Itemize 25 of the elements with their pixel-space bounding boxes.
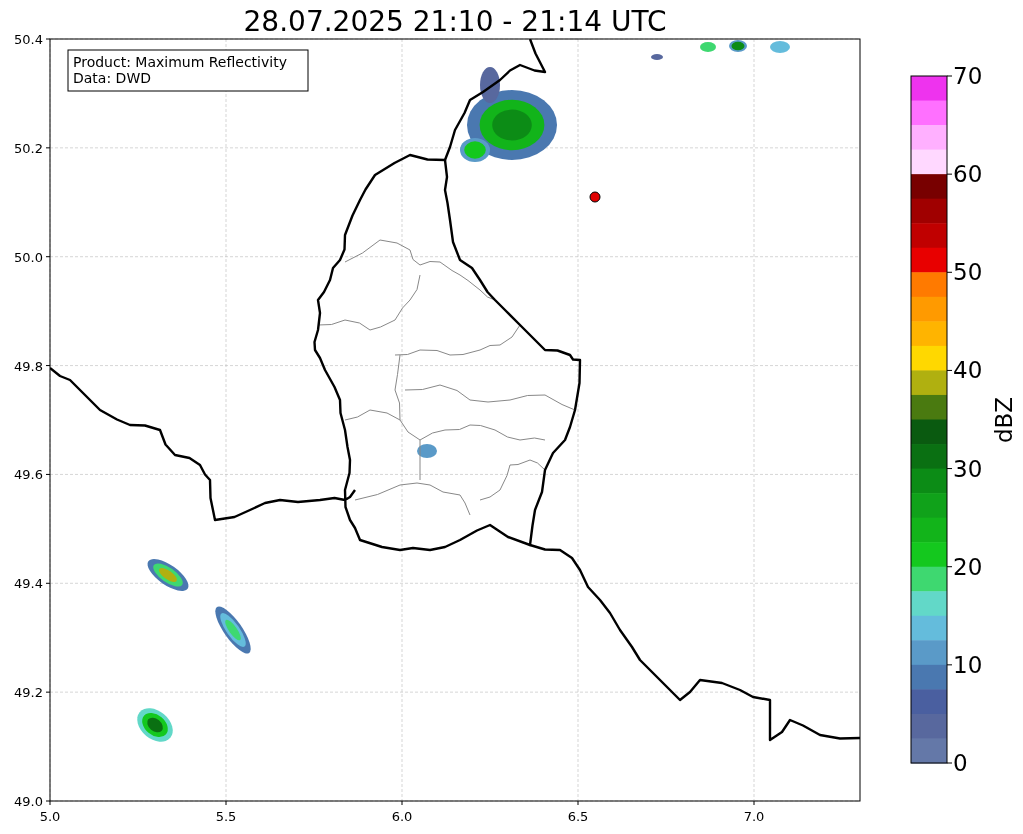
colorbar-tick-label: 30 <box>953 455 983 482</box>
axis-tick-label: 7.0 <box>743 809 765 824</box>
axis-tick-label: 5.5 <box>215 809 237 824</box>
colorbar-tick-label: 40 <box>953 357 983 384</box>
axis-tick-label: 49.2 <box>14 685 43 701</box>
colorbar-tick-label: 70 <box>953 63 983 89</box>
axis-tick-label: 50.4 <box>14 32 43 47</box>
info-text: Data: DWD <box>73 70 151 86</box>
colorbar-tick-label: 60 <box>953 161 983 188</box>
axis-tick-label: 6.0 <box>391 809 413 824</box>
axis-tick-label: 49.8 <box>14 358 43 374</box>
axis-tick-label: 6.5 <box>567 809 589 824</box>
axis-tick-label: 49.0 <box>14 794 43 809</box>
axis-tick-label: 49.6 <box>14 467 43 483</box>
axis-tick-label: 50.0 <box>14 249 43 265</box>
chart-title: 28.07.2025 21:10 - 21:14 UTC <box>243 5 667 38</box>
colorbar-tick-label: 20 <box>953 553 983 580</box>
axis-tick-label: 50.2 <box>14 140 43 156</box>
axis-tick-label: 49.4 <box>14 576 43 592</box>
colorbar-label: dBZ <box>991 396 1017 444</box>
colorbar-tick-label: 10 <box>953 651 983 678</box>
info-text: Product: Maximum Reflectivity <box>73 54 287 70</box>
colorbar-tick-label: 0 <box>953 750 968 776</box>
colorbar-tick-label: 50 <box>953 259 983 286</box>
axis-tick-label: 5.0 <box>39 809 61 824</box>
